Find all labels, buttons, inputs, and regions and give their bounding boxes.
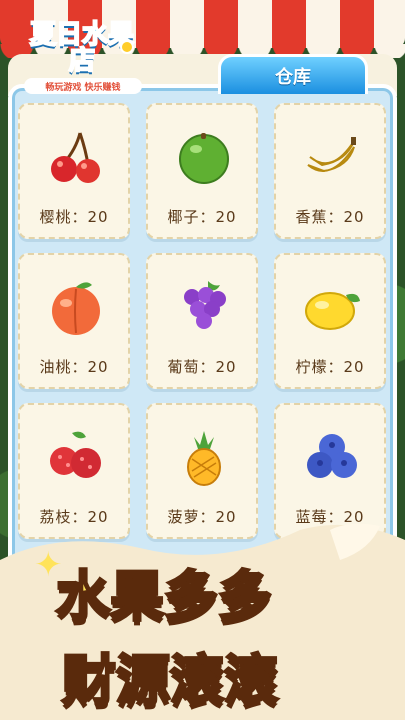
fruit-card-blueberry[interactable]: 蓝莓：20 [274,403,386,539]
fruit-label: 葡萄：20 [167,358,237,376]
pineapple-icon [187,431,221,486]
tab-warehouse[interactable]: 仓库 [218,54,368,94]
nectarine-icon [52,282,100,335]
fruit-label: 油桃：20 [39,358,109,376]
blueberry-icon [307,434,357,478]
fruit-card-pineapple[interactable]: 菠萝：20 [146,403,258,539]
cherry-icon [51,132,100,183]
fruit-card-coconut[interactable]: 椰子：20 [146,103,258,239]
fruit-card-banana[interactable]: 香蕉：20 [274,103,386,239]
lychee-icon [50,431,101,478]
fruit-label: 柠檬：20 [295,358,365,376]
fruit-card-cherry[interactable]: 樱桃：20 [18,103,130,239]
lemon-icon [305,292,360,330]
fruit-label: 樱桃：20 [39,208,109,226]
logo-subtitle: 畅玩游戏 快乐赚钱 [24,78,142,94]
fruit-card-lemon[interactable]: 柠檬：20 [274,253,386,389]
game-scene: 夏日水果店 畅玩游戏 快乐赚钱 仓库 樱桃：20 椰子：20 香蕉：20 油桃：… [0,0,405,720]
sun-icon [120,40,134,54]
fruit-label: 椰子：20 [167,208,237,226]
fruit-card-nectarine[interactable]: 油桃：20 [18,253,130,389]
shop-logo: 夏日水果店 畅玩游戏 快乐赚钱 [22,8,142,98]
grape-icon [184,281,226,329]
fruit-card-lychee[interactable]: 荔枝：20 [18,403,130,539]
fruit-card-grape[interactable]: 葡萄：20 [146,253,258,389]
banana-icon [307,137,356,173]
fruit-label: 香蕉：20 [295,208,365,226]
promo-banner: ✦ 水果多多 财源滚滚 [0,520,405,720]
banner-line2: 财源滚滚 [61,648,280,714]
fruit-grid: 樱桃：20 椰子：20 香蕉：20 油桃：20 葡萄：20 柠檬：20 荔枝：2… [18,103,386,539]
coconut-icon [179,133,229,184]
banner-line1: 水果多多 [55,564,274,630]
